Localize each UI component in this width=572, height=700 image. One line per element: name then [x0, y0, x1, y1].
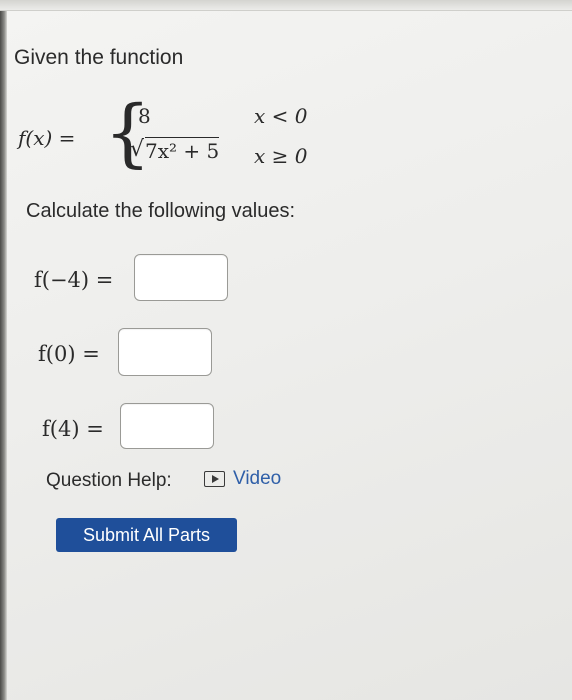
answer-input-f-0[interactable]: [118, 328, 212, 376]
case1-condition: x < 0: [254, 104, 308, 128]
function-lhs: f(x) =: [18, 126, 76, 150]
question-label-f-4: f(4) =: [42, 417, 104, 441]
screen-bezel-edge: [0, 0, 7, 700]
question-label-f-0: f(0) =: [38, 342, 100, 366]
video-help-link[interactable]: Video: [204, 468, 281, 490]
case2-condition: x ≥ 0: [254, 144, 308, 168]
question-prompt: Given the function: [14, 46, 184, 69]
video-link-label: Video: [233, 468, 282, 489]
play-video-icon: [204, 471, 225, 487]
sqrt-symbol: √: [130, 137, 145, 162]
answer-input-f-neg4[interactable]: [134, 254, 228, 301]
answer-input-f-4[interactable]: [120, 403, 214, 449]
case1-expression: 8: [138, 104, 151, 128]
instruction-text: Calculate the following values:: [26, 200, 296, 222]
case2-expression: √ 7x² + 5: [130, 137, 220, 163]
submit-all-parts-button[interactable]: Submit All Parts: [56, 518, 237, 552]
question-label-f-neg4: f(−4) =: [34, 268, 114, 292]
top-toolbar-edge: [0, 0, 572, 11]
question-help-label: Question Help:: [46, 470, 172, 491]
case2-radicand: 7x² + 5: [145, 137, 220, 163]
